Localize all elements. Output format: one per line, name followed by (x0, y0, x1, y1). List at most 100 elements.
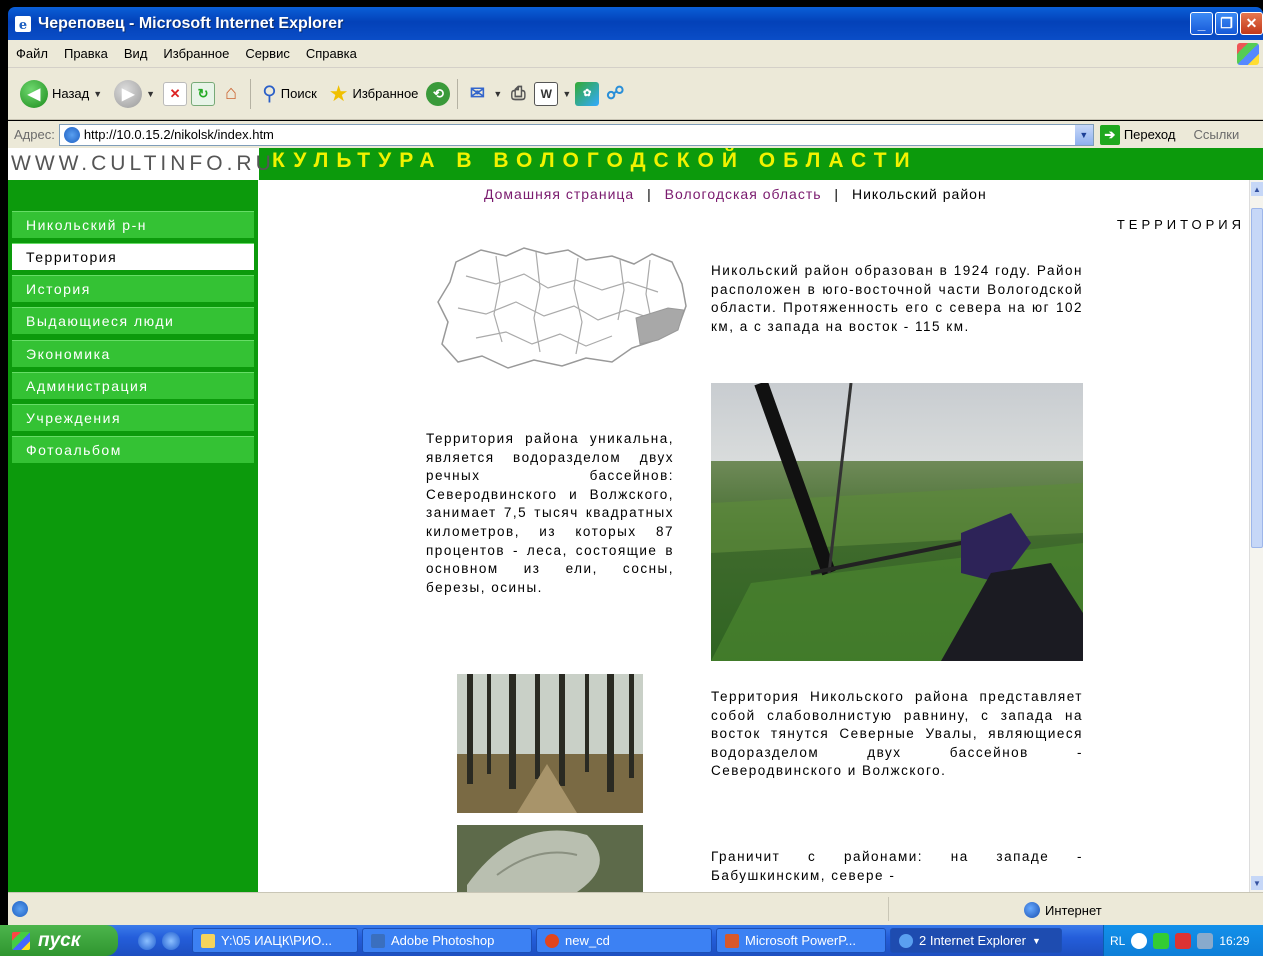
chevron-down-icon[interactable]: ▼ (1074, 124, 1093, 145)
page-status-icon (12, 901, 28, 917)
vertical-scrollbar[interactable]: ▲ ▼ (1249, 180, 1263, 892)
menu-view[interactable]: Вид (116, 46, 156, 61)
back-arrow-icon: ◀ (20, 79, 48, 108)
ie-quicklaunch-icon[interactable] (138, 931, 156, 950)
nav-item-people[interactable]: Выдающиеся люди (12, 307, 254, 334)
back-label: Назад (52, 86, 90, 101)
chevron-down-icon[interactable]: ▼ (146, 89, 155, 99)
breadcrumb: Домашняя страница | Вологодская область … (484, 186, 987, 202)
page-icon (63, 126, 80, 143)
toolbar-separator (457, 78, 459, 109)
breadcrumb-region-link[interactable]: Вологодская область (665, 186, 822, 202)
clock: 16:29 (1219, 933, 1250, 948)
menu-tools[interactable]: Сервис (237, 46, 298, 61)
taskbar-powerpoint[interactable]: Microsoft PowerP... (716, 928, 886, 953)
links-button[interactable]: Ссылки (1193, 127, 1239, 142)
taskbar: пуск Y:\05 ИАЦК\РИО... Adobe Photoshop n… (0, 925, 1263, 956)
search-label: Поиск (280, 86, 317, 101)
nav-item-district[interactable]: Никольский р-н (12, 211, 254, 238)
nav-item-territory[interactable]: Территория (12, 243, 254, 270)
section-title: ТЕРРИТОРИЯ (1116, 217, 1245, 232)
antivirus-icon[interactable] (1175, 932, 1192, 949)
language-indicator[interactable]: RL (1110, 934, 1125, 948)
task-label: Adobe Photoshop (391, 933, 495, 948)
territory-text: Территория района уникальна, является во… (426, 431, 674, 595)
nav-item-history[interactable]: История (12, 275, 254, 302)
address-label: Адрес: (14, 127, 55, 142)
browser-quicklaunch-icon[interactable] (162, 931, 180, 950)
scroll-thumb[interactable] (1251, 208, 1263, 548)
breadcrumb-current: Никольский район (851, 186, 987, 202)
scroll-down-icon[interactable]: ▼ (1251, 876, 1263, 890)
nav-item-economy[interactable]: Экономика (12, 340, 254, 367)
home-icon[interactable]: ⌂ (219, 82, 243, 106)
window-title: Череповец - Microsoft Internet Explorer (38, 14, 344, 32)
taskbar-photoshop[interactable]: Adobe Photoshop (362, 928, 532, 953)
forward-button[interactable]: ▶ ▼ (110, 74, 159, 114)
nav-item-institutions[interactable]: Учреждения (12, 404, 254, 431)
go-button[interactable]: ➔ Переход (1099, 124, 1175, 145)
people-icon[interactable]: ☍ (603, 82, 627, 106)
toolbar-separator (250, 78, 252, 109)
taskbar-internet-explorer[interactable]: 2 Internet Explorer ▼ (890, 928, 1062, 953)
folder-icon (201, 933, 215, 948)
address-input[interactable]: http://10.0.15.2/nikolsk/index.htm ▼ (58, 123, 1094, 146)
taskbar-folder[interactable]: Y:\05 ИАЦК\РИО... (192, 928, 358, 953)
address-url[interactable]: http://10.0.15.2/nikolsk/index.htm (84, 127, 274, 142)
forward-arrow-icon: ▶ (114, 79, 143, 108)
system-tray: RL 16:29 (1103, 925, 1263, 956)
intro-text: Никольский район образован в 1924 году. … (711, 263, 1083, 334)
task-label: Y:\05 ИАЦК\РИО... (221, 933, 333, 948)
page-viewport: WWW.CULTINFO.RU КУЛЬТУРА В ВОЛОГОДСКОЙ О… (8, 148, 1263, 892)
breadcrumb-separator: | (647, 186, 652, 202)
nav-item-administration[interactable]: Администрация (12, 372, 254, 399)
menu-help[interactable]: Справка (298, 46, 365, 61)
star-icon: ★ (328, 80, 349, 106)
start-button[interactable]: пуск (0, 925, 118, 956)
aerial-photo (711, 383, 1083, 661)
forest-photo (457, 674, 643, 813)
chevron-down-icon[interactable]: ▼ (562, 89, 571, 99)
chevron-down-icon[interactable]: ▼ (493, 89, 502, 99)
search-button[interactable]: ⚲ Поиск (258, 74, 321, 114)
mail-icon[interactable]: ✉ (465, 82, 489, 106)
go-arrow-icon: ➔ (1099, 124, 1120, 145)
globe-icon (1024, 902, 1040, 918)
volume-icon[interactable] (1197, 932, 1214, 949)
security-zone: Интернет (1024, 902, 1102, 918)
network-icon[interactable] (1153, 932, 1170, 949)
tray-arrow-icon[interactable] (1131, 932, 1148, 949)
maximize-button[interactable]: ❐ (1215, 12, 1238, 35)
refresh-icon[interactable]: ↻ (191, 81, 216, 106)
edit-word-icon[interactable]: W (534, 81, 559, 106)
history-icon[interactable]: ⟲ (426, 81, 451, 106)
leaf-photo (457, 825, 643, 892)
address-bar: Адрес: http://10.0.15.2/nikolsk/index.ht… (8, 121, 1263, 148)
nav-item-photoalbum[interactable]: Фотоальбом (12, 436, 254, 463)
menu-file[interactable]: Файл (8, 46, 56, 61)
taskbar-new-cd[interactable]: new_cd (536, 928, 712, 953)
site-url: WWW.CULTINFO.RU (8, 148, 271, 180)
status-bar: Интернет (8, 892, 1263, 925)
site-title: КУЛЬТУРА В ВОЛОГОДСКОЙ ОБЛАСТИ (272, 149, 918, 172)
close-button[interactable]: ✕ (1240, 12, 1263, 35)
back-button[interactable]: ◀ Назад ▼ (16, 74, 106, 114)
menu-favorites[interactable]: Избранное (155, 46, 237, 61)
print-icon[interactable]: ⎙ (506, 82, 530, 106)
task-label: Microsoft PowerP... (745, 933, 857, 948)
menu-edit[interactable]: Правка (56, 46, 116, 61)
minimize-button[interactable]: _ (1190, 12, 1213, 35)
status-panels (888, 897, 1018, 921)
messenger-icon[interactable]: ✿ (575, 81, 600, 106)
menu-bar: Файл Правка Вид Избранное Сервис Справка (8, 40, 1263, 68)
stop-icon[interactable]: ✕ (163, 81, 188, 106)
toolbar: ◀ Назад ▼ ▶ ▼ ✕ ↻ ⌂ ⚲ Поиск ★ Избранное … (8, 68, 1263, 120)
quick-launch (138, 931, 180, 950)
breadcrumb-home-link[interactable]: Домашняя страница (484, 186, 634, 202)
favorites-button[interactable]: ★ Избранное (325, 74, 423, 114)
scroll-up-icon[interactable]: ▲ (1251, 182, 1263, 196)
ie-window-icon: e (15, 15, 31, 33)
chevron-down-icon[interactable]: ▼ (93, 89, 102, 99)
chevron-down-icon: ▼ (1031, 935, 1041, 946)
search-icon: ⚲ (262, 83, 277, 105)
